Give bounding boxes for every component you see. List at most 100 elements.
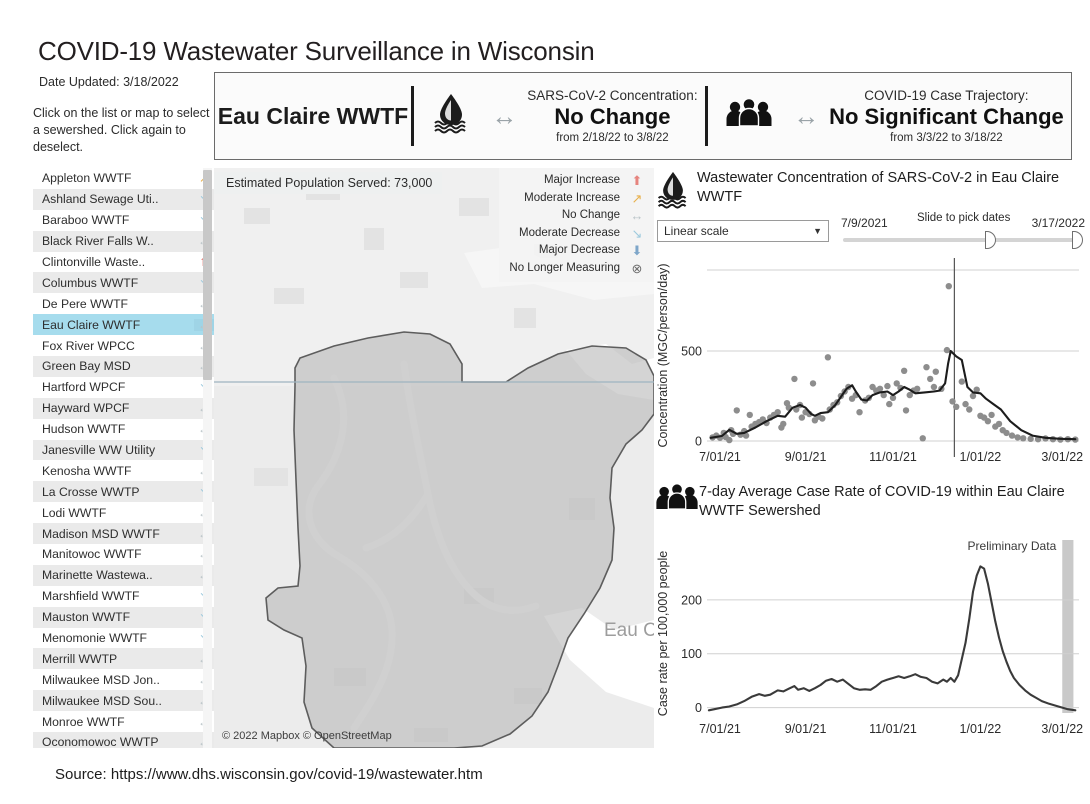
data-point (791, 375, 798, 383)
sidebar-item-label: Black River Falls W.. (42, 234, 154, 249)
data-point (945, 283, 952, 290)
x-tick-label: 9/01/21 (785, 450, 827, 464)
map-legend: Major Increase ⬆ Moderate Increase ↗ No Chan… (499, 168, 654, 282)
sidebar-item-label: Clintonville Waste.. (42, 255, 146, 269)
sidebar-item-label: Manitowoc WWTF (42, 547, 142, 562)
sidebar-item-label: Eau Claire WWTF (42, 317, 141, 332)
sidebar-item-appleton-wwtf[interactable]: Appleton WWTF↗ (33, 168, 218, 189)
data-point (856, 409, 863, 416)
sidebar-item-manitowoc-wwtf[interactable]: Manitowoc WWTF↔ (33, 544, 218, 565)
sidebar-item-label: Janesville WW Utility (42, 443, 156, 458)
sidebar-item-hudson-wwtf[interactable]: Hudson WWTF↔ (33, 419, 218, 440)
data-point (969, 392, 977, 400)
data-point (902, 407, 910, 414)
diagonal-up-arrow-icon: ↗ (631, 190, 643, 206)
data-point (923, 364, 930, 371)
data-point (958, 378, 966, 385)
data-point (919, 435, 926, 442)
sidebar-item-label: Hudson WWTF (42, 422, 126, 437)
data-point (746, 411, 753, 419)
estimated-population-chip: Estimated Population Served: 73,000 (214, 172, 443, 194)
sidebar-item-de-pere-wwtf[interactable]: De Pere WWTF↔ (33, 293, 218, 314)
data-point (726, 436, 733, 444)
sidebar-item-baraboo-wwtf[interactable]: Baraboo WWTF↘ (33, 210, 218, 231)
sidebar-item-black-river-falls-w[interactable]: Black River Falls W..↔ (33, 230, 218, 252)
sidebar-item-label: Merrill WWTP (42, 651, 118, 666)
legend-row: Moderate Decrease ↘ (509, 225, 648, 243)
sidebar-item-marinette-wastewa[interactable]: Marinette Wastewa..↔ (33, 564, 218, 586)
sidebar-item-columbus-wwtf[interactable]: Columbus WWTF↘ (33, 272, 218, 294)
sidebar-item-monroe-wwtf[interactable]: Monroe WWTF↔ (33, 711, 218, 732)
no-change-arrow-icon: ↔ (491, 101, 518, 131)
slider-handle-right[interactable] (1072, 231, 1083, 249)
legend-row: Major Decrease ⬇ (509, 242, 648, 260)
sidebar-item-janesville-ww-utility[interactable]: Janesville WW Utility↘ (33, 439, 218, 461)
banner-sewershed-name: Eau Claire WWTF (217, 102, 409, 129)
case-rate-chart: Preliminary Data 0 100 200 7/01/21 9/01/21 11/… (655, 528, 1085, 743)
data-point (953, 403, 960, 410)
slider-handle-left[interactable] (985, 231, 996, 249)
sidebar-item-milwaukee-msd-jon[interactable]: Milwaukee MSD Jon..↔ (33, 669, 218, 690)
sidebar-item-kenosha-wwtf[interactable]: Kenosha WWTF↔ (33, 460, 218, 481)
case-trajectory-status: ↔ COVID-19 Case Trajectory: No Significa… (708, 73, 1071, 159)
sidebar-item-label: Monroe WWTF (42, 714, 125, 729)
legend-row: Major Increase ⬆ (509, 172, 648, 190)
sidebar-item-la-crosse-wwtp[interactable]: La Crosse WWTP↘ (33, 481, 218, 503)
legend-label: No Longer Measuring (509, 261, 620, 274)
sidebar-item-marshfield-wwtf[interactable]: Marshfield WWTF↘ (33, 586, 218, 607)
data-point (927, 375, 934, 383)
slider-track[interactable] (843, 238, 1083, 242)
sidebar-item-ashland-sewage-uti[interactable]: Ashland Sewage Uti..↘ (33, 188, 218, 210)
concentration-chart-title: Wastewater Concentration of SARS-CoV-2 i… (697, 170, 1060, 205)
sidebar-item-eau-claire-wwtf[interactable]: Eau Claire WWTF↔ (33, 314, 218, 336)
sidebar-item-label: Ashland Sewage Uti.. (42, 192, 159, 207)
sidebar-item-oconomowoc-wwtp[interactable]: Oconomowoc WWTP↔ (33, 732, 218, 748)
data-point (984, 418, 992, 425)
scale-select-value: Linear scale (664, 224, 729, 238)
data-point (886, 400, 893, 408)
x-tick-label: 1/01/22 (960, 722, 1002, 736)
data-point (774, 409, 781, 416)
sidebar-item-madison-msd-wwtf[interactable]: Madison MSD WWTF↔ (33, 523, 218, 545)
x-tick-label: 3/01/22 (1041, 450, 1083, 464)
sidebar-item-label: Lodi WWTF (42, 505, 107, 520)
sidebar-item-menomonie-wwtf[interactable]: Menomonie WWTF↘ (33, 628, 218, 649)
date-updated-label: Date Updated: 3/18/2022 (39, 75, 179, 89)
x-tick-label: 3/01/22 (1041, 722, 1083, 736)
legend-row: No Change ↔ (509, 207, 648, 225)
sewershed-list[interactable]: Appleton WWTF↗Ashland Sewage Uti..↘Barab… (33, 168, 219, 748)
legend-label: Major Decrease (538, 244, 620, 256)
y-axis-label: Case rate per 100,000 people (656, 551, 670, 716)
sidebar-item-label: Green Bay MSD (42, 359, 131, 374)
concentration-range: from 2/18/22 to 3/8/22 (556, 131, 669, 144)
chart-conc-svg: 0 500 7/01/21 9/01/21 11/01/21 1/01/22 3/01/22… (656, 258, 1083, 464)
data-point (995, 420, 1003, 428)
data-point (1008, 432, 1016, 439)
scrollbar-thumb[interactable] (203, 170, 212, 380)
case-rate-panel-header: 7-day Average Case Rate of COVID-19 with… (655, 482, 1085, 521)
sidebar-item-lodi-wwtf[interactable]: Lodi WWTF↔ (33, 502, 218, 523)
y-tick-label: 0 (695, 701, 702, 715)
sewershed-map[interactable]: Estimated Population Served: 73,000 Majo… (214, 168, 654, 748)
sidebar-item-clintonville-waste[interactable]: Clintonville Waste..⬆ (33, 252, 218, 273)
sewershed-list-scrollbar[interactable] (203, 168, 212, 748)
sidebar-item-label: Kenosha WWTF (42, 463, 132, 478)
scale-select[interactable]: Linear scale ▼ (657, 220, 829, 242)
case-trajectory-range: from 3/3/22 to 3/18/22 (890, 131, 1003, 144)
sidebar-item-hayward-wpcf[interactable]: Hayward WPCF↔ (33, 397, 218, 419)
date-range-slider[interactable]: 7/9/2021 Slide to pick dates 3/17/2022 (841, 212, 1085, 252)
circle-x-icon: ⊗ (631, 260, 643, 276)
sidebar-item-mauston-wwtf[interactable]: Mauston WWTF↘ (33, 606, 218, 628)
sidebar-item-label: Fox River WPCC (42, 338, 135, 353)
sidebar-item-green-bay-msd[interactable]: Green Bay MSD↔ (33, 356, 218, 377)
sidebar-item-merrill-wwtp[interactable]: Merrill WWTP↔ (33, 648, 218, 670)
data-point (819, 415, 826, 422)
sidebar-item-hartford-wpcf[interactable]: Hartford WPCF↘ (33, 377, 218, 398)
sidebar-item-milwaukee-msd-sou[interactable]: Milwaukee MSD Sou..↔ (33, 690, 218, 712)
data-line (707, 565, 1077, 712)
data-point (824, 354, 832, 361)
sidebar-item-label: Appleton WWTF (42, 171, 132, 186)
sidebar-item-fox-river-wpcc[interactable]: Fox River WPCC↔ (33, 335, 218, 356)
data-point (988, 411, 995, 419)
legend-label: No Change (561, 209, 620, 221)
